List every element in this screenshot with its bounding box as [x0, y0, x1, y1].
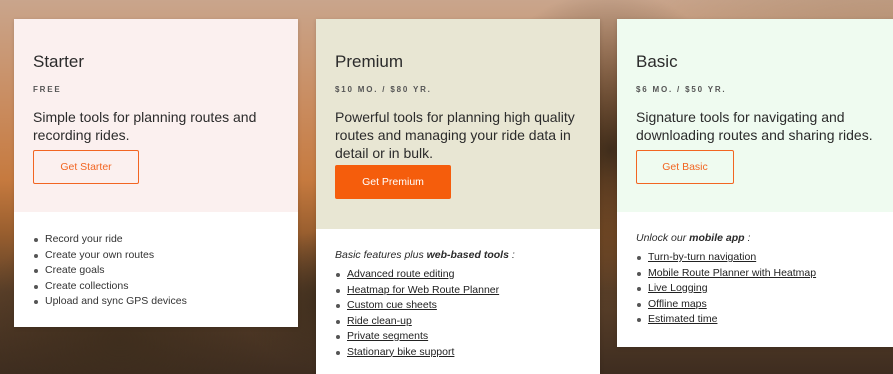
plan-name: Starter — [33, 52, 85, 71]
feature-item: Create your own routes — [33, 248, 279, 264]
plan-description: Signature tools for navigating and downl… — [636, 109, 873, 143]
feature-link[interactable]: Custom cue sheets — [347, 299, 437, 311]
features-intro: Unlock our mobile app : — [636, 232, 878, 244]
intro-highlight: mobile app — [689, 232, 745, 244]
feature-item: Heatmap for Web Route Planner — [335, 283, 581, 299]
plan-header: Starter FREE Simple tools for planning r… — [14, 19, 298, 212]
feature-item: Mobile Route Planner with Heatmap — [636, 266, 878, 282]
feature-item: Create collections — [33, 279, 279, 295]
feature-item: Custom cue sheets — [335, 298, 581, 314]
get-starter-button[interactable]: Get Starter — [33, 150, 139, 184]
feature-link[interactable]: Ride clean-up — [347, 315, 412, 327]
get-basic-button[interactable]: Get Basic — [636, 150, 734, 184]
plan-price: $6 MO. / $50 YR. — [636, 85, 727, 94]
plan-card-premium: Premium $10 MO. / $80 YR. Powerful tools… — [316, 19, 600, 374]
features-intro: Basic features plus web-based tools : — [335, 249, 581, 261]
plan-card-basic: Basic $6 MO. / $50 YR. Signature tools f… — [617, 19, 893, 347]
plan-features: Unlock our mobile app : Turn-by-turn nav… — [617, 212, 893, 328]
feature-item: Live Logging — [636, 281, 878, 297]
feature-link[interactable]: Turn-by-turn navigation — [648, 251, 756, 263]
intro-suffix: : — [744, 232, 751, 244]
feature-item: Record your ride — [33, 232, 279, 248]
feature-link[interactable]: Advanced route editing — [347, 268, 454, 280]
feature-link[interactable]: Stationary bike support — [347, 346, 454, 358]
plan-price: $10 MO. / $80 YR. — [335, 85, 432, 94]
feature-link[interactable]: Live Logging — [648, 282, 708, 294]
plan-card-starter: Starter FREE Simple tools for planning r… — [14, 19, 298, 327]
feature-list: Record your ride Create your own routes … — [33, 232, 279, 310]
intro-suffix: : — [508, 249, 515, 261]
plan-features: Basic features plus web-based tools : Ad… — [316, 229, 600, 360]
plan-features: Record your ride Create your own routes … — [14, 212, 298, 310]
feature-list: Advanced route editing Heatmap for Web R… — [335, 267, 581, 360]
feature-list: Turn-by-turn navigation Mobile Route Pla… — [636, 250, 878, 328]
plan-description: Powerful tools for planning high quality… — [335, 109, 575, 161]
plan-header: Basic $6 MO. / $50 YR. Signature tools f… — [617, 19, 893, 212]
get-premium-button[interactable]: Get Premium — [335, 165, 451, 199]
feature-item: Ride clean-up — [335, 314, 581, 330]
feature-link[interactable]: Offline maps — [648, 298, 707, 310]
feature-item: Turn-by-turn navigation — [636, 250, 878, 266]
feature-link[interactable]: Mobile Route Planner with Heatmap — [648, 267, 816, 279]
feature-link[interactable]: Estimated time — [648, 313, 717, 325]
intro-prefix: Unlock our — [636, 232, 690, 244]
feature-link[interactable]: Private segments — [347, 330, 428, 342]
feature-item: Create goals — [33, 263, 279, 279]
intro-highlight: web-based tools — [426, 249, 509, 261]
intro-prefix: Basic features plus — [335, 249, 427, 261]
feature-item: Offline maps — [636, 297, 878, 313]
plan-header: Premium $10 MO. / $80 YR. Powerful tools… — [316, 19, 600, 229]
feature-item: Advanced route editing — [335, 267, 581, 283]
feature-item: Estimated time — [636, 312, 878, 328]
feature-item: Stationary bike support — [335, 345, 581, 361]
feature-item: Upload and sync GPS devices — [33, 294, 279, 310]
feature-link[interactable]: Heatmap for Web Route Planner — [347, 284, 499, 296]
plan-name: Premium — [335, 52, 404, 71]
plan-price: FREE — [33, 85, 62, 94]
plan-name: Basic — [636, 52, 678, 71]
plan-description: Simple tools for planning routes and rec… — [33, 109, 257, 143]
feature-item: Private segments — [335, 329, 581, 345]
